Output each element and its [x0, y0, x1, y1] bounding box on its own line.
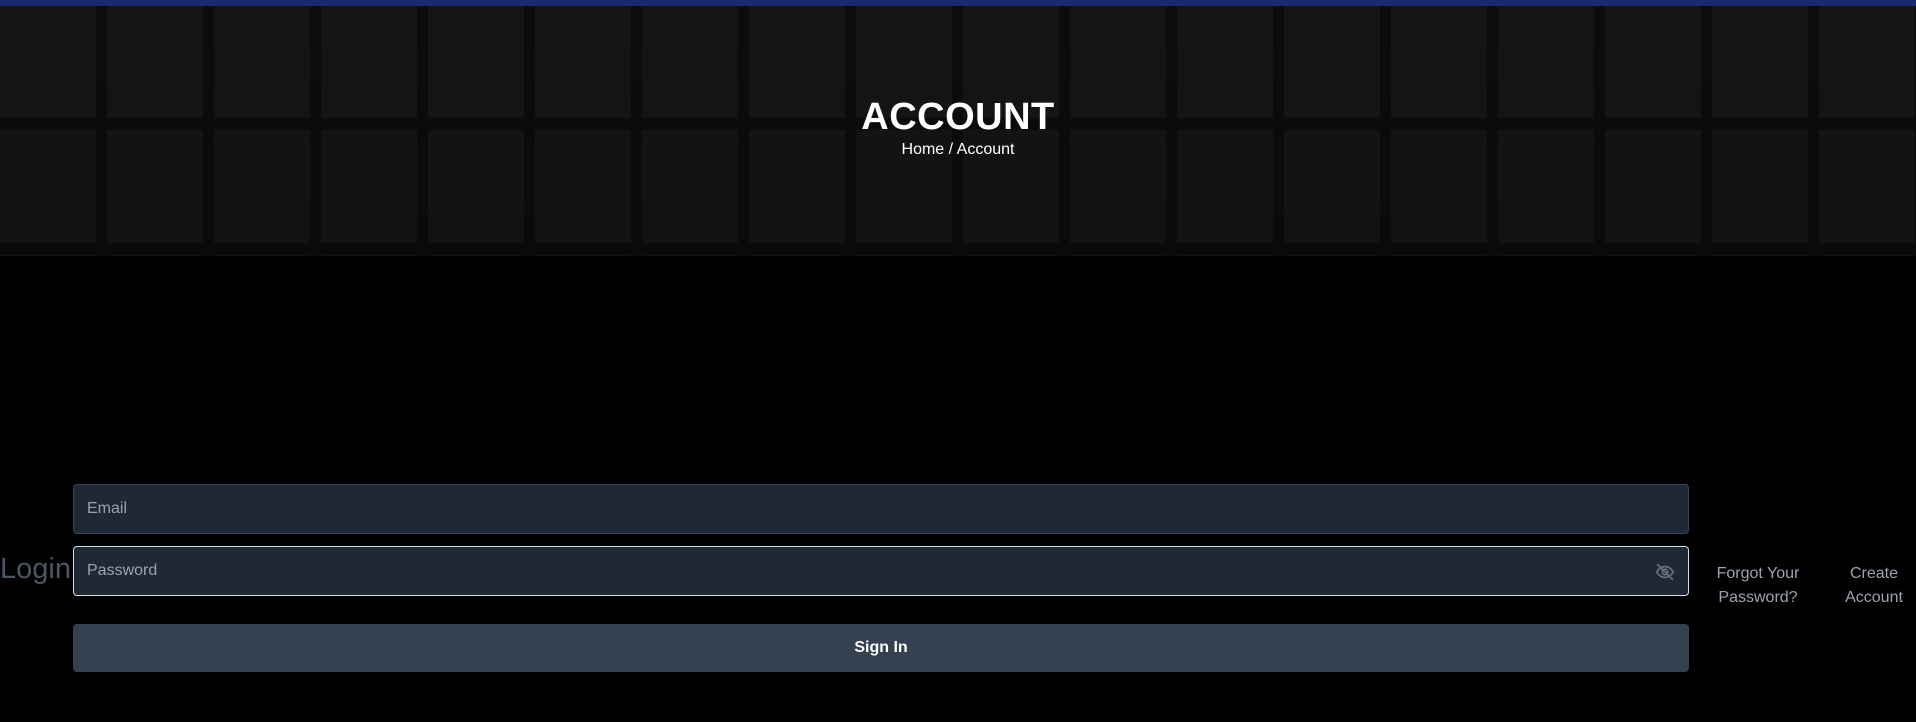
- forgot-password-link[interactable]: Forgot Your Password?: [1712, 562, 1804, 610]
- password-field[interactable]: Password: [73, 546, 1689, 596]
- eye-off-icon[interactable]: [1654, 561, 1676, 583]
- create-account-link[interactable]: Create Account: [1838, 562, 1910, 610]
- hero-banner: ACCOUNT Home / Account: [0, 6, 1916, 256]
- login-heading: Login: [0, 553, 71, 585]
- sign-in-button[interactable]: Sign In: [73, 624, 1689, 672]
- breadcrumb[interactable]: Home / Account: [0, 141, 1916, 159]
- email-field[interactable]: Email: [73, 484, 1689, 534]
- email-placeholder: Email: [87, 500, 128, 517]
- page-title: ACCOUNT: [861, 96, 1055, 138]
- password-placeholder: Password: [87, 562, 158, 579]
